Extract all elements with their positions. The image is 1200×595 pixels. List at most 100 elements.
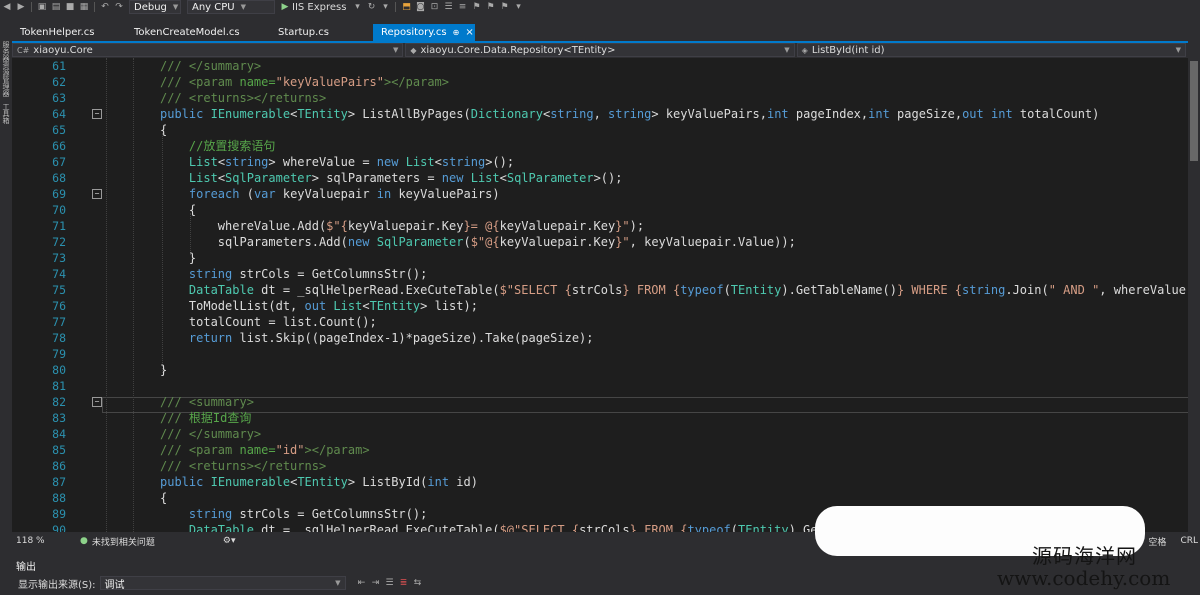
code-text: /// <returns></returns> <box>160 91 327 105</box>
zoom-level[interactable]: 118 % <box>16 536 62 546</box>
comment-icon[interactable]: ≡ <box>457 2 467 12</box>
diagnostics-icon[interactable]: ⊡ <box>429 2 439 12</box>
code-line: 68 List<SqlParameter> sqlParameters = ne… <box>12 170 1188 186</box>
code-text: string strCols = GetColumnsStr(); <box>188 267 428 281</box>
collapse-icon[interactable]: − <box>92 189 102 199</box>
forward-icon[interactable]: ▶ <box>16 2 26 12</box>
navigation-bar: C# xiaoyu.Core ▼ ◆ xiaoyu.Core.Data.Reposit… <box>12 43 1188 57</box>
code-line: 76 ToModelList(dt, out List<TEntity> lis… <box>12 298 1188 314</box>
code-line: 87 public IEnumerable<TEntity> ListById(i… <box>12 474 1188 490</box>
type-dropdown[interactable]: ◆ xiaoyu.Core.Data.Repository<TEntity> ▼ <box>405 43 795 57</box>
code-text: whereValue.Add($"{keyValuepair.Key}= @{k… <box>160 219 645 233</box>
line-number: 78 <box>52 331 66 345</box>
configuration-dropdown[interactable]: Debug ▼ <box>129 0 181 14</box>
line-number: 61 <box>52 59 66 73</box>
format-icon[interactable]: ☰ <box>443 2 453 12</box>
platform-dropdown[interactable]: Any CPU ▼ <box>187 0 275 14</box>
code-text: { <box>160 491 168 505</box>
output-source-label: 显示输出来源(S): <box>18 579 96 591</box>
chevron-down-icon[interactable]: ▾ <box>513 2 523 12</box>
redo-icon[interactable]: ↷ <box>114 2 124 12</box>
find-message-icon[interactable]: ⇤ <box>357 578 367 588</box>
new-project-icon[interactable]: ▣ <box>37 2 47 12</box>
toolbar-separator <box>395 2 397 12</box>
line-number: 76 <box>52 299 66 313</box>
next-bookmark-icon[interactable]: ⚑ <box>499 2 509 12</box>
save-all-icon[interactable]: ▦ <box>79 2 89 12</box>
left-tool-strip: 服务器资源管理器 工具箱 <box>0 41 12 531</box>
code-text: List<SqlParameter> sqlParameters = new L… <box>188 171 623 185</box>
line-number: 72 <box>52 235 66 249</box>
screenshot-icon[interactable]: ◙ <box>415 2 425 12</box>
close-icon[interactable]: × <box>465 27 473 38</box>
run-button[interactable]: IIS Express <box>292 2 346 13</box>
code-line: 80} <box>12 362 1188 378</box>
type-value: xiaoyu.Core.Data.Repository<TEntity> <box>420 44 616 56</box>
code-line: 74 string strCols = GetColumnsStr(); <box>12 266 1188 282</box>
code-line: 67 List<string> whereValue = new List<st… <box>12 154 1188 170</box>
code-text: //放置搜索语句 <box>188 139 276 153</box>
scrollbar-thumb[interactable] <box>1190 61 1198 161</box>
line-number: 77 <box>52 315 66 329</box>
play-icon[interactable]: ▶ <box>280 2 290 12</box>
line-number: 68 <box>52 171 66 185</box>
tab-tokenhelper[interactable]: TokenHelper.cs <box>12 24 126 41</box>
publish-icon[interactable]: ⬒ <box>401 2 411 12</box>
bookmark-icon[interactable]: ⚑ <box>471 2 481 12</box>
line-number: 82 <box>52 395 66 409</box>
code-line: 65 { <box>12 122 1188 138</box>
chevron-down-icon[interactable]: ▾ <box>352 2 362 12</box>
line-number: 74 <box>52 267 66 281</box>
toolbox-tab[interactable]: 工具箱 <box>1 103 11 124</box>
open-icon[interactable]: ▤ <box>51 2 61 12</box>
save-icon[interactable]: ■ <box>65 2 75 12</box>
indent-mode[interactable]: 空格 <box>1148 535 1166 548</box>
code-text: /// </summary> <box>160 427 262 441</box>
server-explorer-tab[interactable]: 服务器资源管理器 <box>1 41 11 97</box>
project-value: xiaoyu.Core <box>33 44 93 56</box>
issues-text[interactable]: 未找到相关问题 <box>92 535 155 548</box>
line-number: 87 <box>52 475 66 489</box>
member-dropdown[interactable]: ◈ ListById(int id) ▼ <box>796 43 1187 57</box>
code-text: { <box>160 123 168 137</box>
issue-nav-icon[interactable]: ⚙▾ <box>223 536 236 546</box>
code-editor[interactable]: 61 /// </summary> 62 /// <param name="keyV… <box>12 58 1188 532</box>
back-icon[interactable]: ◀ <box>2 2 12 12</box>
refresh-icon[interactable]: ↻ <box>366 2 376 12</box>
code-text: } <box>160 363 168 377</box>
clear-all-icon[interactable]: ☰ <box>385 578 395 588</box>
clear-output-icon[interactable]: ≣ <box>399 578 409 588</box>
tab-tokencreatemodel[interactable]: TokenCreateModel.cs <box>126 24 270 41</box>
chevron-down-icon[interactable]: ▾ <box>380 2 390 12</box>
prev-bookmark-icon[interactable]: ⚑ <box>485 2 495 12</box>
project-dropdown[interactable]: C# xiaoyu.Core ▼ <box>12 43 404 57</box>
code-line: 79 <box>12 346 1188 362</box>
code-line: 70 { <box>12 202 1188 218</box>
code-text: } <box>160 251 197 265</box>
pin-icon[interactable]: ⊕ <box>453 28 460 37</box>
line-number: 66 <box>52 139 66 153</box>
code-line: 63 /// <returns></returns> <box>12 90 1188 106</box>
code-text: ToModelList(dt, out List<TEntity> list); <box>160 299 478 313</box>
code-line: 86 /// <returns></returns> <box>12 458 1188 474</box>
line-number: 80 <box>52 363 66 377</box>
tab-repository[interactable]: Repository.cs ⊕ × <box>373 24 475 41</box>
document-tabs: TokenHelper.cs TokenCreateModel.cs Start… <box>12 24 1200 43</box>
collapse-icon[interactable]: − <box>92 109 102 119</box>
chevron-down-icon: ▼ <box>392 46 399 54</box>
output-title: 输出 <box>16 562 36 573</box>
output-source-dropdown[interactable]: 调试 ▼ <box>99 576 346 591</box>
collapse-icon[interactable]: − <box>92 397 102 407</box>
line-number: 85 <box>52 443 66 457</box>
tab-label: TokenCreateModel.cs <box>134 27 240 38</box>
line-ending[interactable]: CRL <box>1180 536 1198 546</box>
code-line: 72 sqlParameters.Add(new SqlParameter($"… <box>12 234 1188 250</box>
word-wrap-icon[interactable]: ⇆ <box>413 578 423 588</box>
code-line: 84 /// </summary> <box>12 426 1188 442</box>
code-line: 64 − public IEnumerable<TEntity> ListAllBy… <box>12 106 1188 122</box>
member-value: ListById(int id) <box>811 44 885 56</box>
undo-icon[interactable]: ↶ <box>100 2 110 12</box>
vertical-scrollbar[interactable] <box>1188 41 1200 531</box>
tab-startup[interactable]: Startup.cs <box>270 24 356 41</box>
next-message-icon[interactable]: ⇥ <box>371 578 381 588</box>
